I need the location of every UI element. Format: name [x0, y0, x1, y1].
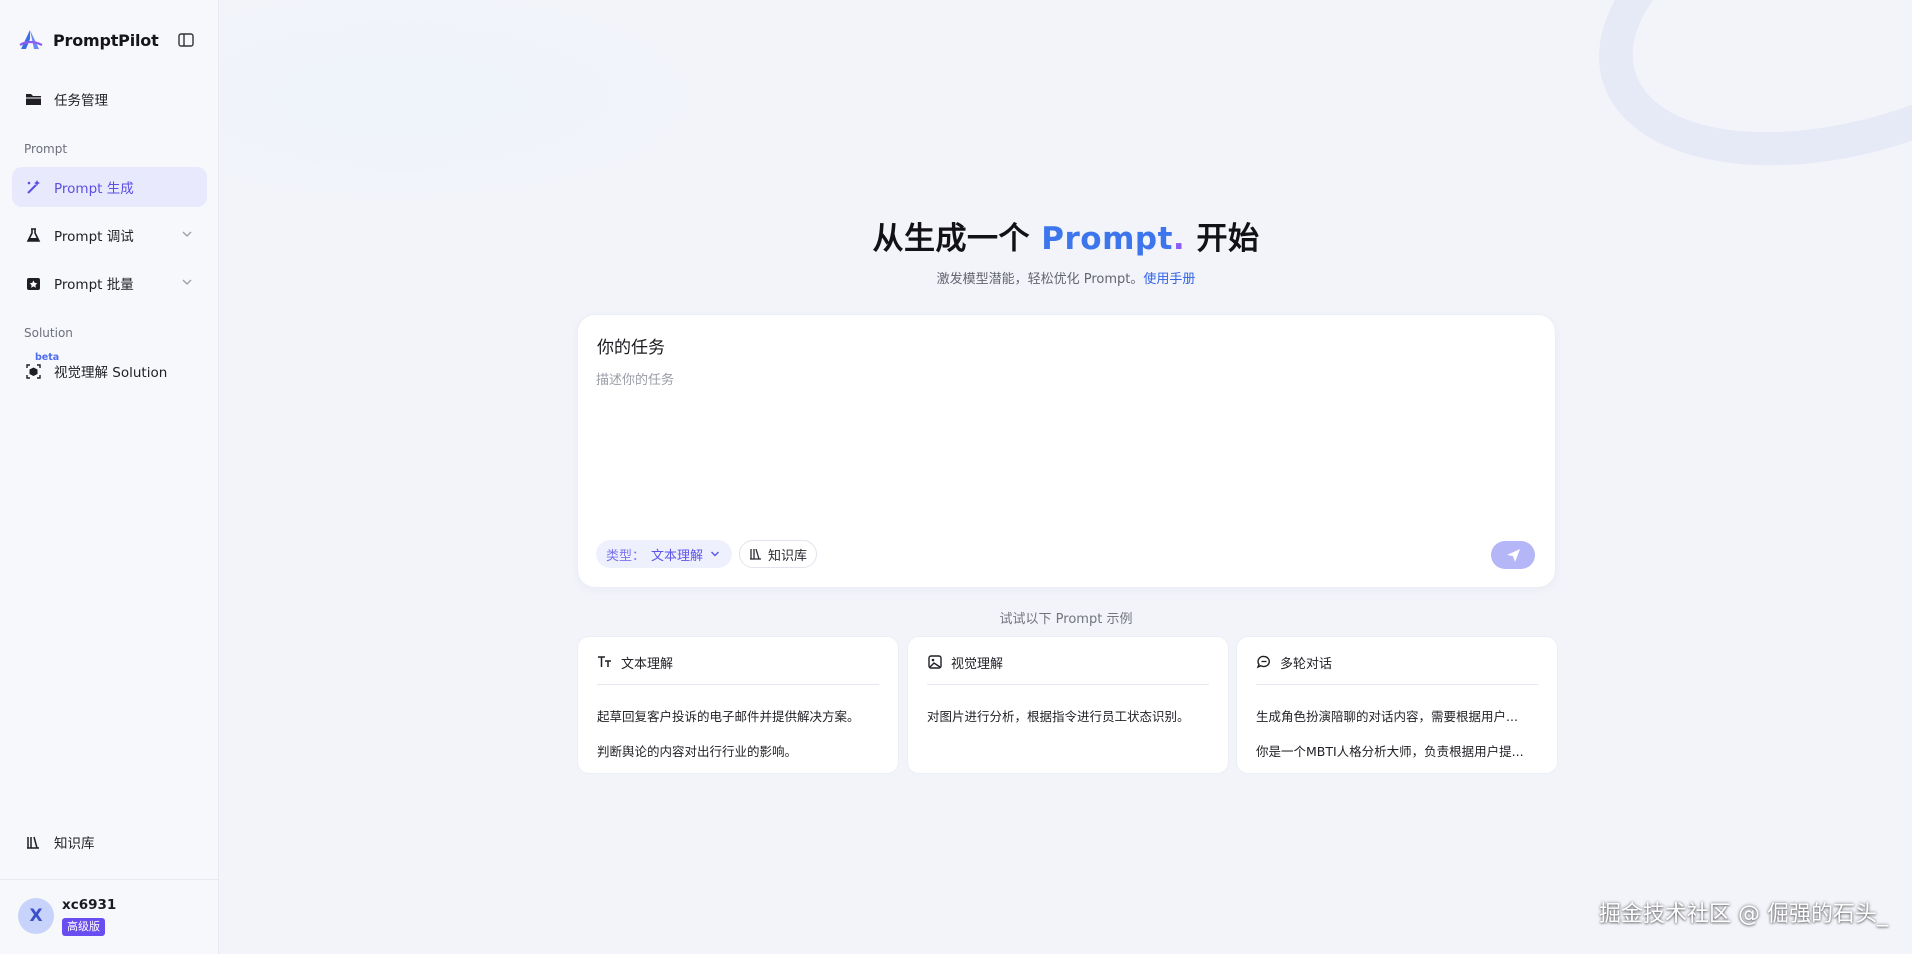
example-card-header: 视觉理解 — [927, 653, 1209, 685]
example-card-title: 视觉理解 — [951, 657, 1004, 672]
chevron-down-icon — [711, 551, 720, 557]
example-card-title: 多轮对话 — [1280, 657, 1333, 672]
vision-cube-icon — [23, 361, 43, 381]
user-profile[interactable]: X xc6931 高级版 — [0, 879, 219, 954]
example-card-title: 文本理解 — [621, 657, 674, 672]
example-prompt[interactable]: 对图片进行分析，根据指令进行员工状态识别。 — [927, 706, 1209, 725]
example-prompt[interactable]: 你是一个MBTI人格分析大师，负责根据用户提... — [1256, 741, 1538, 760]
example-prompt[interactable]: 判断舆论的内容对出行行业的影响。 — [597, 741, 879, 760]
chevron-down-icon[interactable] — [181, 228, 193, 240]
promptpilot-logo-icon — [19, 30, 43, 49]
username: xc6931 — [62, 897, 117, 913]
sidebar: PromptPilot 任务管理 Prompt Prompt 生成 Prompt… — [0, 0, 219, 954]
type-select-prefix: 类型： — [606, 548, 646, 564]
background-ring — [1556, 0, 1912, 227]
watermark: 掘金技术社区 @ 倔强的石头_ — [1599, 902, 1888, 927]
batch-star-icon — [23, 273, 43, 293]
avatar[interactable]: X — [18, 898, 54, 934]
example-card-header: 多轮对话 — [1256, 653, 1538, 685]
example-card-vision-understanding[interactable]: 视觉理解 对图片进行分析，根据指令进行员工状态识别。 — [907, 636, 1229, 774]
sidebar-item-prompt-batch[interactable]: Prompt 批量 — [12, 263, 207, 303]
example-card-text-understanding[interactable]: 文本理解 起草回复客户投诉的电子邮件并提供解决方案。 判断舆论的内容对出行行业的… — [577, 636, 899, 774]
example-card-multi-turn-chat[interactable]: 多轮对话 生成角色扮演陪聊的对话内容，需要根据用户... 你是一个MBTI人格分… — [1236, 636, 1558, 774]
example-prompt[interactable]: 起草回复客户投诉的电子邮件并提供解决方案。 — [597, 706, 879, 725]
user-manual-link[interactable]: 使用手册 — [1143, 272, 1195, 287]
brand-name: PromptPilot — [53, 30, 159, 50]
example-card-header: 文本理解 — [597, 653, 879, 685]
title-accent: Prompt — [1041, 221, 1173, 257]
books-icon — [23, 832, 43, 852]
task-title: 你的任务 — [597, 338, 665, 358]
plan-badge: 高级版 — [62, 918, 105, 936]
section-label-prompt: Prompt — [24, 142, 68, 156]
knowledge-base-button[interactable]: 知识库 — [739, 540, 818, 568]
send-icon — [1506, 548, 1520, 562]
example-prompt[interactable]: 生成角色扮演陪聊的对话内容，需要根据用户... — [1256, 706, 1538, 725]
books-icon — [750, 548, 761, 560]
sidebar-collapse-icon[interactable] — [177, 31, 195, 49]
page-subtitle: 激发模型潜能，轻松优化 Prompt。使用手册 — [220, 268, 1912, 287]
type-select-value: 文本理解 — [651, 548, 704, 564]
task-type-select[interactable]: 类型： 文本理解 — [596, 540, 733, 568]
chevron-down-icon[interactable] — [181, 276, 193, 288]
subtitle-text: 激发模型潜能，轻松优化 Prompt。 — [936, 272, 1144, 287]
section-label-solution: Solution — [24, 326, 73, 340]
sidebar-item-task-management[interactable]: 任务管理 — [12, 79, 207, 119]
background-glow — [220, 0, 820, 240]
flask-icon — [23, 225, 43, 245]
sidebar-item-prompt-debug[interactable]: Prompt 调试 — [12, 215, 207, 255]
sidebar-item-label: 任务管理 — [54, 93, 108, 109]
task-description-input[interactable] — [596, 369, 1536, 479]
folder-icon — [23, 89, 43, 109]
knowledge-base-label: 知识库 — [768, 548, 808, 564]
sidebar-item-label: 视觉理解 Solution — [54, 365, 168, 381]
sidebar-item-knowledge-base[interactable]: 知识库 — [12, 822, 207, 862]
page-title: 从生成一个 Prompt. 开始 — [220, 213, 1912, 258]
sidebar-item-label: Prompt 批量 — [54, 277, 134, 293]
send-button[interactable] — [1491, 541, 1535, 569]
sidebar-item-label: 知识库 — [54, 836, 95, 852]
magic-wand-icon — [23, 177, 43, 197]
sidebar-item-label: Prompt 调试 — [54, 229, 134, 245]
brand[interactable]: PromptPilot — [18, 26, 159, 54]
image-icon — [928, 655, 942, 669]
examples-label: 试试以下 Prompt 示例 — [999, 612, 1133, 627]
chat-bubble-icon — [1256, 655, 1270, 669]
title-prefix: 从生成一个 — [872, 221, 1042, 257]
title-accent-dot: . — [1172, 221, 1186, 257]
sidebar-item-label: Prompt 生成 — [54, 181, 134, 197]
sidebar-item-prompt-generate[interactable]: Prompt 生成 — [12, 167, 207, 207]
main-content: 从生成一个 Prompt. 开始 激发模型潜能，轻松优化 Prompt。使用手册… — [220, 0, 1912, 954]
sidebar-item-vision-solution[interactable]: 视觉理解 Solution — [12, 351, 207, 391]
text-type-icon — [598, 656, 611, 667]
title-suffix: 开始 — [1185, 221, 1260, 257]
task-input-card: 你的任务 类型： 文本理解 知识库 — [577, 314, 1556, 588]
